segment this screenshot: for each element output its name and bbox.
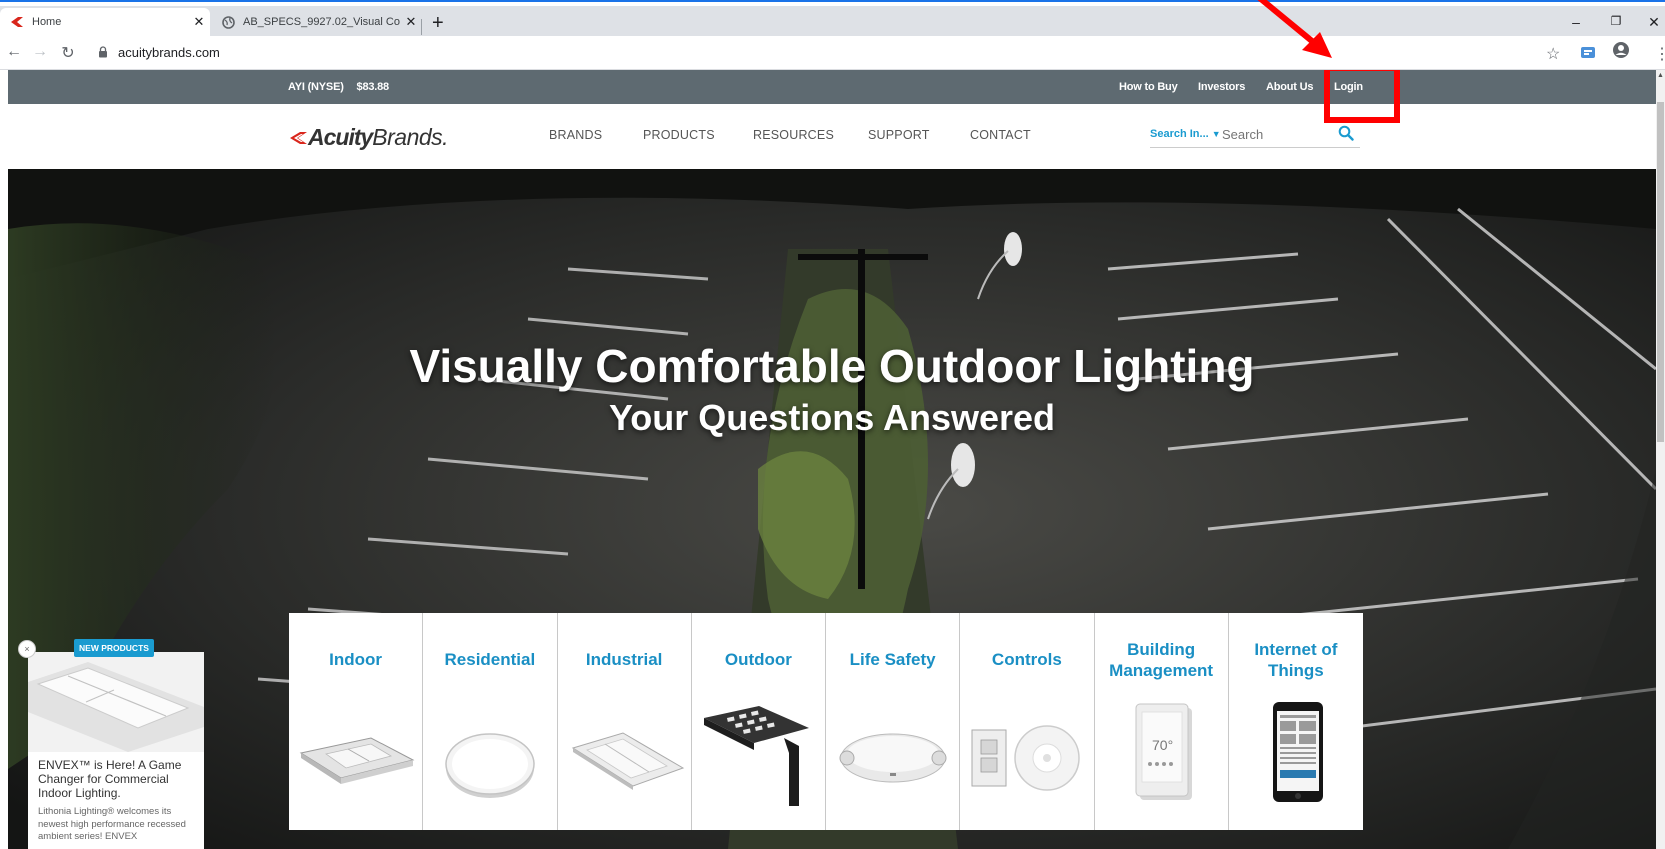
logo-mark-icon [290,131,307,144]
category-label: Life Safety [849,650,936,669]
category-card-indoor[interactable]: Indoor [289,613,424,830]
tab-separator [421,19,422,35]
main-navigation: Acuity Brands. BRANDS PRODUCTS RESOURCES … [8,104,1656,169]
high-bay-fixture-icon [571,732,684,790]
hero-title: Visually Comfortable Outdoor Lighting [409,340,1255,392]
browser-toolbar: ← → ↻ acuitybrands.com ☆ ⋮ [0,36,1665,70]
new-products-badge: NEW PRODUCTS [74,639,154,657]
tab-close-icon[interactable]: ✕ [188,14,210,30]
stock-price: $83.88 [356,81,390,93]
wall-switch-and-sensor-icon [971,725,1080,791]
tab-home-label: Home [32,16,62,28]
category-label: Residential [444,650,536,669]
category-card-internet-of-things[interactable]: Internet of Things [1228,613,1363,830]
nav-brands[interactable]: BRANDS [549,128,602,142]
link-about-us[interactable]: About Us [1266,81,1313,93]
category-label: Building Management [1109,640,1214,680]
bookmark-star-icon[interactable]: ☆ [1546,44,1560,64]
promo-headline[interactable]: ENVEX™ is Here! A Game Changer for Comme… [38,758,198,800]
globe-icon [222,15,235,29]
category-cards: Indoor Residential Industrial Outdoor Li… [289,613,1363,830]
logo-text-bold: Acuity [308,124,373,150]
extension-icon[interactable] [1580,45,1596,66]
link-how-to-buy[interactable]: How to Buy [1119,81,1178,93]
tab-home[interactable]: Home ✕ [0,8,210,36]
smartphone-icon [1272,702,1323,802]
troffer-fixture-icon [299,737,415,784]
category-card-controls[interactable]: Controls [960,613,1095,830]
browser-tabstrip: Home ✕ AB_SPECS_9927.02_Visual Comfo ✕ +… [0,6,1665,36]
stock-symbol: AYI (NYSE) [288,81,344,93]
menu-kebab-icon[interactable]: ⋮ [1654,44,1665,64]
svg-text:70°: 70° [1152,737,1173,753]
search-in-label: Search In... [1150,128,1209,140]
page-scrollbar[interactable]: ▲ [1656,70,1665,849]
new-tab-button[interactable]: + [432,13,444,33]
search-input[interactable] [1222,124,1332,144]
acuity-brands-logo[interactable]: Acuity Brands. [288,124,449,151]
nav-contact[interactable]: CONTACT [970,128,1031,142]
category-card-life-safety[interactable]: Life Safety [826,613,961,830]
round-flush-mount-icon [445,733,535,798]
reload-icon[interactable]: ↻ [58,43,78,63]
thermostat-panel-icon: 70° [1135,703,1192,800]
category-card-building-management[interactable]: Building Management 70° [1094,613,1229,830]
nav-products[interactable]: PRODUCTS [643,128,715,142]
lock-icon [99,46,107,58]
caret-down-icon: ▼ [1211,129,1221,139]
minimize-icon[interactable]: – [1566,14,1586,30]
category-card-industrial[interactable]: Industrial [557,613,692,830]
hero-subtitle: Your Questions Answered [608,397,1056,438]
category-label: Outdoor [724,650,792,669]
promo-close-button[interactable]: × [18,640,36,658]
category-label: Indoor [329,650,383,669]
nav-support[interactable]: SUPPORT [868,128,930,142]
category-label: Internet of Things [1254,640,1338,680]
category-label: Controls [991,650,1062,669]
area-light-fixture-icon [703,706,809,806]
envex-fixture-image [28,652,204,752]
scroll-up-icon[interactable]: ▲ [1656,72,1665,79]
login-annotation-box [1324,70,1400,123]
category-card-outdoor[interactable]: Outdoor [691,613,826,830]
tab-close-icon[interactable]: ✕ [400,14,422,30]
category-card-residential[interactable]: Residential [423,613,558,830]
close-window-icon[interactable]: ✕ [1644,14,1664,31]
forward-arrow-icon[interactable]: → [30,43,50,61]
tab-spec-sheet-label: AB_SPECS_9927.02_Visual Comfo [243,16,400,28]
nav-resources[interactable]: RESOURCES [753,128,834,142]
category-label: Industrial [585,650,663,669]
scrollbar-thumb[interactable] [1657,102,1664,442]
stock-ticker: AYI (NYSE) $83.88 [288,81,389,93]
utility-bar: AYI (NYSE) $83.88 How to Buy Investors A… [8,70,1656,104]
profile-avatar-icon[interactable] [1612,41,1630,65]
web-page: AYI (NYSE) $83.88 How to Buy Investors A… [8,70,1656,849]
logo-text-light: Brands. [372,124,449,150]
acuity-favicon-icon [11,17,23,27]
promo-body: Lithonia Lighting® welcomes its newest h… [38,806,186,842]
search-icon[interactable] [1338,125,1354,141]
back-arrow-icon[interactable]: ← [4,43,24,61]
restore-icon[interactable]: ❐ [1606,14,1626,28]
search-box: Search In... ▼ [1150,122,1360,148]
address-bar[interactable]: acuitybrands.com [118,45,220,60]
tab-spec-sheet[interactable]: AB_SPECS_9927.02_Visual Comfo ✕ [212,8,422,36]
emergency-light-icon [839,733,947,783]
search-in-dropdown[interactable]: Search In... ▼ [1150,128,1221,140]
link-investors[interactable]: Investors [1198,81,1245,93]
new-products-popup[interactable]: ENVEX™ is Here! A Game Changer for Comme… [28,652,204,849]
